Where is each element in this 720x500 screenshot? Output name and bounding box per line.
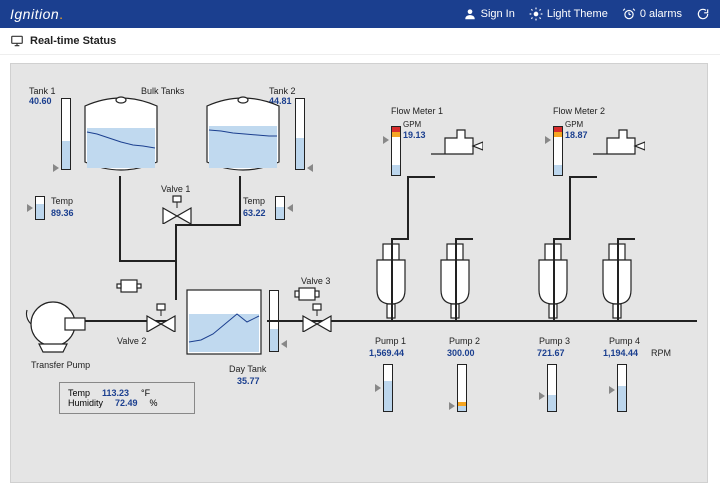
alarms-label: 0 alarms	[640, 8, 682, 20]
ambient-hum-unit: %	[150, 398, 158, 408]
marker-icon	[287, 204, 293, 212]
transfer-pump-label: Transfer Pump	[31, 360, 90, 370]
valve1-label: Valve 1	[161, 184, 190, 194]
flow-meter-1-icon	[425, 124, 483, 164]
valve2-label: Valve 2	[117, 336, 146, 346]
pump1-bar[interactable]	[383, 364, 393, 412]
pump3-bar[interactable]	[547, 364, 557, 412]
ambient-hum-value: 72.49	[115, 398, 138, 408]
monitor-icon	[10, 34, 24, 48]
marker-icon	[281, 340, 287, 348]
page-subheader: Real-time Status	[0, 28, 720, 55]
pump1-label: Pump 1	[375, 336, 406, 346]
marker-icon	[383, 136, 389, 144]
ambient-temp-label: Temp	[68, 388, 90, 398]
temp2-value: 63.22	[243, 208, 266, 218]
marker-icon	[53, 164, 59, 172]
temp2-bar[interactable]	[275, 196, 285, 220]
valve2[interactable]	[145, 302, 177, 332]
flow2-gauge[interactable]	[553, 126, 563, 176]
top-bar: Ignition. Sign In Light Theme 0 alarms	[0, 0, 720, 28]
pump4-bar[interactable]	[617, 364, 627, 412]
pump4-label: Pump 4	[609, 336, 640, 346]
flow-meter-2-icon	[587, 124, 645, 164]
actuator-icon	[115, 276, 143, 298]
flow2-label: Flow Meter 2	[553, 106, 605, 116]
marker-icon	[609, 386, 615, 394]
theme-toggle[interactable]: Light Theme	[529, 7, 608, 21]
day-tank-label: Day Tank	[229, 364, 266, 374]
temp2-label: Temp	[243, 196, 265, 206]
flow2-value: 18.87	[565, 130, 588, 140]
marker-icon	[27, 204, 33, 212]
tank1-value: 40.60	[29, 96, 52, 106]
pump2-label: Pump 2	[449, 336, 480, 346]
refresh-button[interactable]	[696, 7, 710, 21]
brand-logo: Ignition.	[10, 6, 64, 22]
sign-in-button[interactable]: Sign In	[463, 7, 515, 21]
tank2-level-gauge[interactable]	[295, 98, 305, 170]
pump2-value: 300.00	[447, 348, 475, 358]
ambient-temp-unit: °F	[141, 388, 150, 398]
marker-icon	[375, 384, 381, 392]
pump2-bar[interactable]	[457, 364, 467, 412]
flow2-gpm-label: GPM	[565, 120, 583, 129]
ambient-temp-value: 113.23	[102, 388, 129, 398]
tank1-label: Tank 1	[29, 86, 56, 96]
day-tank[interactable]	[181, 284, 267, 360]
tank2[interactable]	[197, 88, 289, 180]
marker-icon	[545, 136, 551, 144]
sign-in-label: Sign In	[481, 8, 515, 20]
pump3-label: Pump 3	[539, 336, 570, 346]
refresh-icon	[696, 7, 710, 21]
day-tank-value: 35.77	[237, 376, 260, 386]
page-title: Real-time Status	[30, 35, 116, 47]
flow1-gauge[interactable]	[391, 126, 401, 176]
pump4-unit: RPM	[651, 348, 671, 358]
sun-icon	[529, 7, 543, 21]
pump3-value: 721.67	[537, 348, 565, 358]
tank1-level-gauge[interactable]	[61, 98, 71, 170]
ambient-readout: Temp 113.23 °F Humidity 72.49%	[59, 382, 195, 414]
scada-canvas: Tank 1 40.60 Bulk Tanks Tank 2 44.81 Tem…	[10, 63, 708, 483]
valve1[interactable]	[161, 194, 193, 224]
transfer-pump[interactable]	[25, 296, 87, 354]
marker-icon	[449, 402, 455, 410]
pump4-value: 1,194.44	[603, 348, 638, 358]
marker-icon	[307, 164, 313, 172]
marker-icon	[539, 392, 545, 400]
flow1-gpm-label: GPM	[403, 120, 421, 129]
alarm-icon	[622, 7, 636, 21]
ambient-hum-label: Humidity	[68, 398, 103, 408]
temp1-bar[interactable]	[35, 196, 45, 220]
flow1-label: Flow Meter 1	[391, 106, 443, 116]
pump1-value: 1,569.44	[369, 348, 404, 358]
user-icon	[463, 7, 477, 21]
valve3-label: Valve 3	[301, 276, 330, 286]
alarms-button[interactable]: 0 alarms	[622, 7, 682, 21]
flow1-value: 19.13	[403, 130, 426, 140]
temp1-value: 89.36	[51, 208, 74, 218]
tank1[interactable]	[75, 88, 167, 180]
theme-label: Light Theme	[547, 8, 608, 20]
temp1-label: Temp	[51, 196, 73, 206]
valve3[interactable]	[301, 302, 333, 332]
